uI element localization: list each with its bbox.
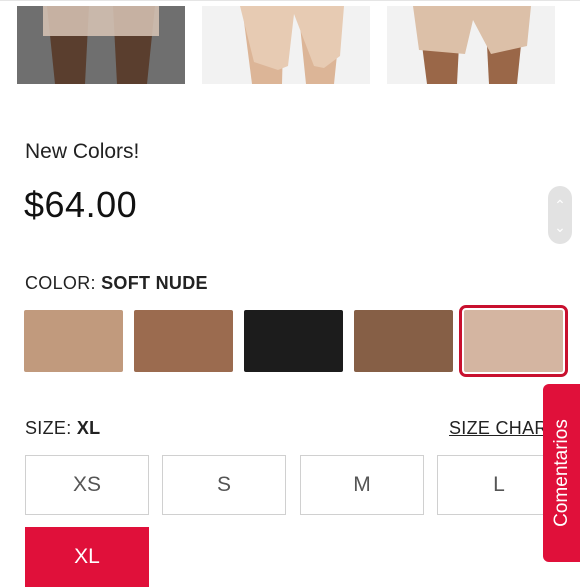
color-swatch-2[interactable]: [134, 310, 233, 372]
size-option-s[interactable]: S: [162, 455, 286, 515]
product-tagline: New Colors!: [25, 140, 140, 163]
product-thumbnail-1[interactable]: [17, 6, 185, 84]
color-swatch-soft-nude[interactable]: [459, 305, 568, 377]
color-swatch-4[interactable]: [354, 310, 453, 372]
size-selected-value: XL: [76, 418, 101, 438]
size-label-prefix: SIZE:: [25, 418, 72, 438]
product-thumbnail-3[interactable]: [387, 6, 555, 84]
chevron-down-icon[interactable]: ⌄: [548, 220, 572, 234]
color-swatch-3[interactable]: [244, 310, 343, 372]
color-label-prefix: COLOR:: [25, 273, 96, 293]
size-option-xs[interactable]: XS: [25, 455, 149, 515]
size-option-xl[interactable]: XL: [25, 527, 149, 587]
scroll-control[interactable]: ⌃ ⌄: [548, 186, 572, 244]
chevron-up-icon[interactable]: ⌃: [548, 198, 572, 212]
color-swatch-1[interactable]: [24, 310, 123, 372]
color-label: COLOR: SOFT NUDE: [25, 273, 208, 294]
size-option-m[interactable]: M: [300, 455, 424, 515]
product-price: $64.00: [24, 184, 138, 225]
top-divider: [0, 0, 580, 1]
feedback-tab[interactable]: Comentarios: [543, 384, 580, 562]
size-label: SIZE: XL: [25, 418, 100, 439]
feedback-tab-label: Comentarios: [551, 419, 572, 527]
color-selected-name: SOFT NUDE: [101, 273, 208, 293]
product-thumbnail-2[interactable]: [202, 6, 370, 84]
